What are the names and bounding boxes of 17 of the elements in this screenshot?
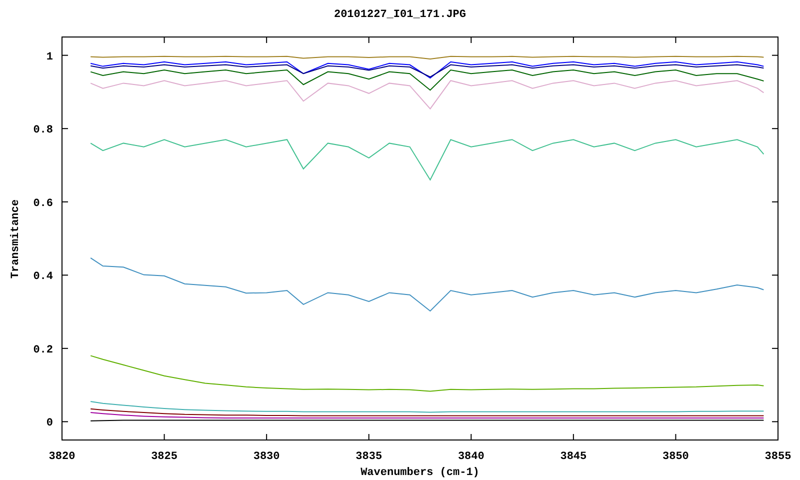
chart-title: 20101227_I01_171.JPG bbox=[334, 9, 466, 21]
axis-tick-label: 0.2 bbox=[33, 344, 53, 356]
axis-tick-label: 3835 bbox=[356, 451, 382, 463]
axis-tick-label: 3820 bbox=[48, 451, 76, 463]
axis-tick-label: 3825 bbox=[151, 451, 178, 463]
axis-tick-label: 3830 bbox=[253, 451, 280, 463]
axis-title: Transmitance bbox=[10, 199, 22, 279]
axis-title: Wavenumbers (cm-1) bbox=[360, 467, 480, 479]
axis-tick-label: 1 bbox=[46, 51, 53, 64]
axis-tick-label: 0 bbox=[46, 418, 53, 430]
axis-tick-label: 3850 bbox=[662, 451, 689, 463]
axis-tick-label: 3845 bbox=[560, 451, 587, 463]
axis-tick-label: 0.4 bbox=[33, 271, 53, 284]
axis-tick-label: 0.6 bbox=[33, 198, 53, 210]
axis-tick-label: 3840 bbox=[458, 451, 484, 463]
axis-tick-label: 0.8 bbox=[33, 124, 53, 137]
axis-tick-label: 3855 bbox=[764, 451, 792, 463]
